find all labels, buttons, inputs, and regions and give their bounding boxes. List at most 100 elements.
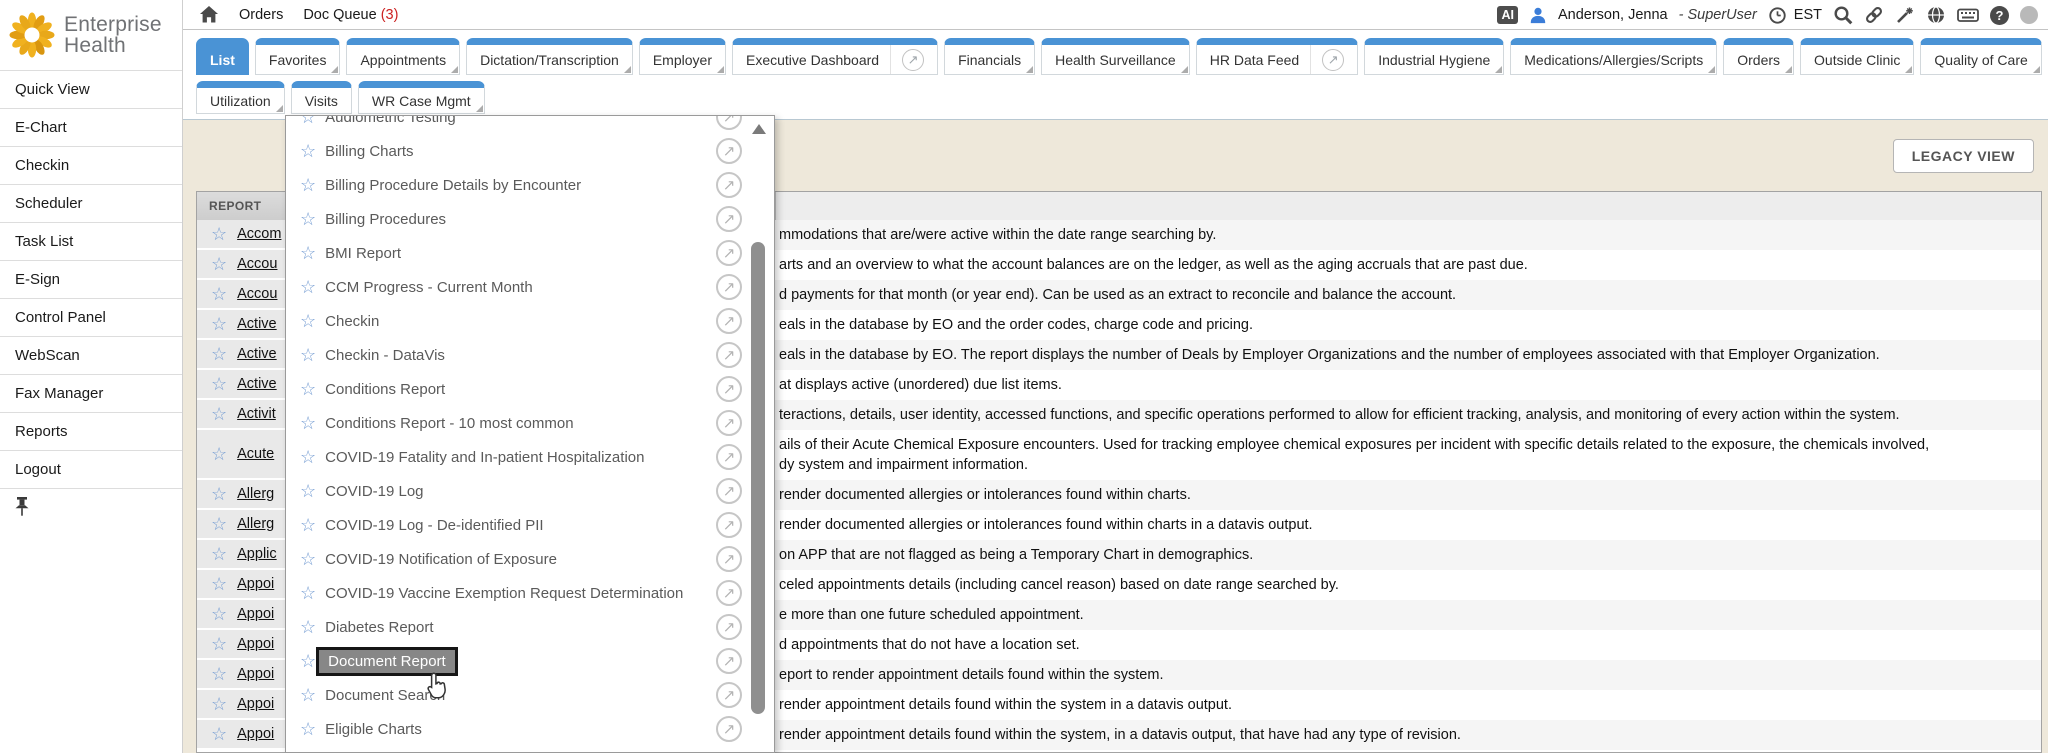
sidebar-item[interactable]: Logout bbox=[0, 451, 182, 489]
tab[interactable]: List bbox=[196, 38, 249, 75]
dropdown-item[interactable]: ☆ Billing Procedures ↗ bbox=[286, 202, 774, 236]
dropdown-item-label[interactable]: Conditions Report bbox=[325, 381, 445, 398]
favorite-star-icon[interactable]: ☆ bbox=[300, 448, 316, 466]
sidebar-item[interactable]: Checkin bbox=[0, 147, 182, 185]
wand-icon[interactable] bbox=[1895, 5, 1915, 25]
favorite-star-icon[interactable]: ☆ bbox=[211, 225, 227, 243]
open-report-icon[interactable]: ↗ bbox=[716, 410, 742, 436]
tab[interactable]: Quality of Care bbox=[1920, 38, 2041, 75]
open-external-icon[interactable]: ↗ bbox=[1322, 49, 1344, 71]
dropdown-item-label[interactable]: COVID-19 Vaccine Exemption Request Deter… bbox=[325, 585, 683, 602]
open-report-icon[interactable]: ↗ bbox=[716, 478, 742, 504]
sidebar-item[interactable]: WebScan bbox=[0, 337, 182, 375]
sidebar-item[interactable]: Task List bbox=[0, 223, 182, 261]
favorite-star-icon[interactable]: ☆ bbox=[211, 515, 227, 533]
report-link[interactable]: Active bbox=[237, 316, 277, 332]
report-link[interactable]: Active bbox=[237, 376, 277, 392]
open-report-icon[interactable]: ↗ bbox=[716, 308, 742, 334]
dropdown-item-label[interactable]: Checkin bbox=[325, 313, 379, 330]
open-report-icon[interactable]: ↗ bbox=[716, 138, 742, 164]
dropdown-item[interactable]: ☆ Audiometric Testing ↗ bbox=[286, 115, 774, 134]
open-report-icon[interactable]: ↗ bbox=[716, 240, 742, 266]
tab[interactable]: Health Surveillance bbox=[1041, 38, 1190, 75]
report-link[interactable]: Active bbox=[237, 346, 277, 362]
favorite-star-icon[interactable]: ☆ bbox=[211, 255, 227, 273]
tab[interactable]: Employer bbox=[639, 38, 726, 75]
favorite-star-icon[interactable]: ☆ bbox=[211, 405, 227, 423]
favorite-star-icon[interactable]: ☆ bbox=[300, 115, 316, 126]
favorite-star-icon[interactable]: ☆ bbox=[211, 725, 227, 743]
help-icon[interactable]: ? bbox=[1990, 6, 2009, 25]
tab[interactable]: Orders bbox=[1723, 38, 1794, 75]
sidebar-item[interactable]: Fax Manager bbox=[0, 375, 182, 413]
favorite-star-icon[interactable]: ☆ bbox=[300, 312, 316, 330]
dropdown-item-label[interactable]: COVID-19 Log - De-identified PII bbox=[325, 517, 543, 534]
orders-link[interactable]: Orders bbox=[239, 7, 283, 23]
favorite-star-icon[interactable]: ☆ bbox=[211, 575, 227, 593]
pushpin-icon[interactable] bbox=[13, 497, 31, 517]
dropdown-item[interactable]: ☆ Billing Procedure Details by Encounter… bbox=[286, 168, 774, 202]
dropdown-item-label[interactable]: Diabetes Report bbox=[325, 619, 433, 636]
report-link[interactable]: Accou bbox=[237, 256, 277, 272]
status-circle-icon[interactable] bbox=[2020, 6, 2038, 24]
dropdown-item[interactable]: ☆ CCM Progress - Current Month ↗ bbox=[286, 270, 774, 304]
dropdown-item[interactable]: ☆ Diabetes Report ↗ bbox=[286, 610, 774, 644]
tab[interactable]: Visits bbox=[291, 81, 352, 114]
home-icon[interactable] bbox=[199, 5, 219, 24]
open-report-icon[interactable]: ↗ bbox=[716, 682, 742, 708]
favorite-star-icon[interactable]: ☆ bbox=[300, 278, 316, 296]
report-link[interactable]: Appoi bbox=[237, 726, 274, 742]
report-link[interactable]: Appoi bbox=[237, 636, 274, 652]
favorite-star-icon[interactable]: ☆ bbox=[211, 315, 227, 333]
open-report-icon[interactable]: ↗ bbox=[716, 342, 742, 368]
keyboard-icon[interactable] bbox=[1957, 5, 1979, 25]
open-report-icon[interactable]: ↗ bbox=[716, 580, 742, 606]
dropdown-item[interactable]: ☆ Checkin - DataVis ↗ bbox=[286, 338, 774, 372]
dropdown-item-label[interactable]: Checkin - DataVis bbox=[325, 347, 445, 364]
open-report-icon[interactable]: ↗ bbox=[716, 512, 742, 538]
open-external-icon[interactable]: ↗ bbox=[902, 49, 924, 71]
dropdown-item-label[interactable]: COVID-19 Fatality and In-patient Hospita… bbox=[325, 449, 644, 466]
favorite-star-icon[interactable]: ☆ bbox=[300, 584, 316, 602]
dropdown-item-label[interactable]: CCM Progress - Current Month bbox=[325, 279, 533, 296]
scrollbar-up-arrow[interactable] bbox=[752, 124, 766, 134]
search-icon[interactable] bbox=[1833, 5, 1853, 25]
favorite-star-icon[interactable]: ☆ bbox=[211, 375, 227, 393]
ai-badge[interactable]: AI bbox=[1497, 6, 1518, 24]
open-report-icon[interactable]: ↗ bbox=[716, 648, 742, 674]
legacy-view-button[interactable]: LEGACY VIEW bbox=[1893, 139, 2034, 173]
globe-icon[interactable] bbox=[1926, 5, 1946, 25]
favorite-star-icon[interactable]: ☆ bbox=[300, 176, 316, 194]
user-name[interactable]: Anderson, Jenna bbox=[1558, 7, 1668, 23]
dropdown-item-label[interactable]: Billing Procedure Details by Encounter bbox=[325, 177, 581, 194]
report-link[interactable]: Applic bbox=[237, 546, 277, 562]
report-link[interactable]: Appoi bbox=[237, 576, 274, 592]
favorite-star-icon[interactable]: ☆ bbox=[211, 695, 227, 713]
dropdown-item-label[interactable]: Billing Charts bbox=[325, 143, 413, 160]
favorite-star-icon[interactable]: ☆ bbox=[300, 516, 316, 534]
dropdown-item[interactable]: ☆ Conditions Report - 10 most common ↗ bbox=[286, 406, 774, 440]
tab[interactable]: Dictation/Transcription bbox=[466, 38, 633, 75]
dropdown-item-label[interactable]: COVID-19 Log bbox=[325, 483, 423, 500]
sidebar-item[interactable]: Quick View bbox=[0, 71, 182, 109]
tab[interactable]: Utilization bbox=[196, 81, 285, 114]
favorite-star-icon[interactable]: ☆ bbox=[300, 210, 316, 228]
tab[interactable]: WR Case Mgmt bbox=[358, 81, 485, 114]
dropdown-item[interactable]: ☆ COVID-19 Notification of Exposure ↗ bbox=[286, 542, 774, 576]
report-link[interactable]: Appoi bbox=[237, 666, 274, 682]
open-report-icon[interactable]: ↗ bbox=[716, 546, 742, 572]
report-link[interactable]: Allerg bbox=[237, 516, 274, 532]
favorite-star-icon[interactable]: ☆ bbox=[300, 380, 316, 398]
dropdown-item[interactable]: ☆ BMI Report ↗ bbox=[286, 236, 774, 270]
dropdown-item[interactable]: ☆ COVID-19 Fatality and In-patient Hospi… bbox=[286, 440, 774, 474]
dropdown-item[interactable]: ☆ Eligible Charts ↗ bbox=[286, 712, 774, 746]
tab[interactable]: Industrial Hygiene bbox=[1364, 38, 1504, 75]
link-icon[interactable] bbox=[1864, 5, 1884, 25]
report-link[interactable]: Appoi bbox=[237, 606, 274, 622]
sidebar-item[interactable]: E-Sign bbox=[0, 261, 182, 299]
tab[interactable]: Appointments bbox=[346, 38, 460, 75]
sidebar-item[interactable]: Scheduler bbox=[0, 185, 182, 223]
open-report-icon[interactable]: ↗ bbox=[716, 206, 742, 232]
favorite-star-icon[interactable]: ☆ bbox=[211, 445, 227, 463]
open-report-icon[interactable]: ↗ bbox=[716, 716, 742, 742]
